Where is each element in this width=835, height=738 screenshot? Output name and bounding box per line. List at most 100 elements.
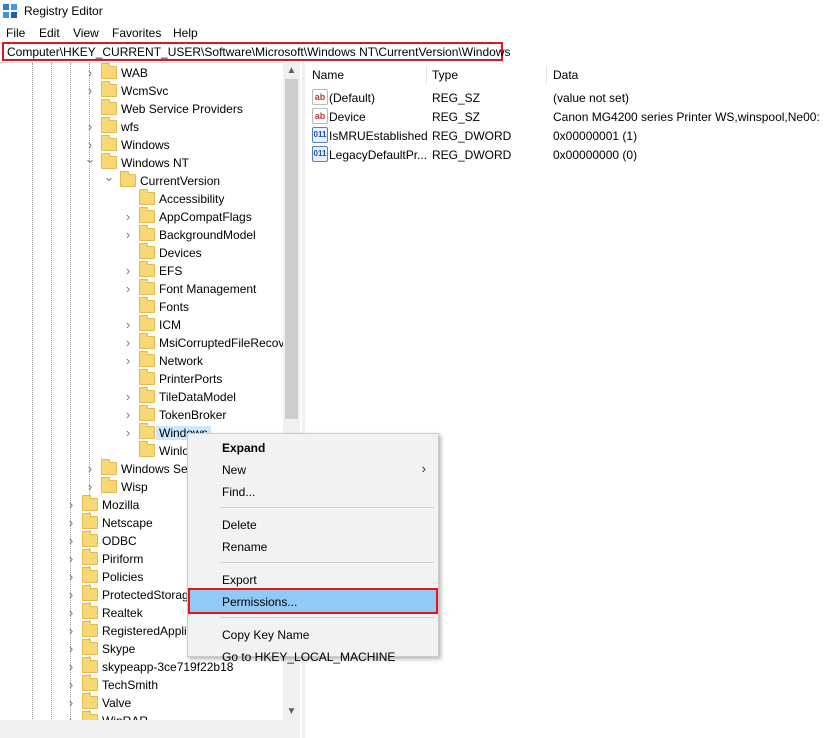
title-bar: Registry Editor	[0, 0, 835, 22]
chevron-right-icon[interactable]: ›	[65, 516, 77, 530]
value-row[interactable]: ab Device REG_SZ Canon MG4200 series Printe…	[306, 107, 835, 126]
column-divider[interactable]	[426, 66, 427, 84]
chevron-right-icon[interactable]: ›	[65, 534, 77, 548]
chevron-right-icon[interactable]: ›	[65, 552, 77, 566]
menu-item-new[interactable]: New ›	[190, 458, 436, 480]
chevron-right-icon[interactable]: ›	[84, 66, 96, 80]
context-menu: Expand New › Find... Delete Rename Export Permi…	[187, 433, 439, 664]
menu-item-label: Copy Key Name	[222, 628, 310, 642]
tree-node[interactable]: › wfs	[0, 117, 283, 136]
chevron-right-icon[interactable]: ›	[122, 264, 134, 278]
chevron-right-icon[interactable]: ›	[122, 228, 134, 242]
tree-node[interactable]: › AppCompatFlags	[0, 207, 283, 226]
chevron-down-icon[interactable]: ⌄	[84, 152, 96, 166]
folder-icon	[139, 423, 155, 439]
column-header-name[interactable]: Name	[312, 68, 344, 82]
chevron-right-icon[interactable]: ›	[65, 498, 77, 512]
tree-node[interactable]: › MsiCorruptedFileRecov	[0, 333, 284, 352]
scroll-down-icon[interactable]: ▼	[283, 703, 300, 720]
chevron-right-icon[interactable]: ›	[122, 390, 134, 404]
menu-item-delete[interactable]: Delete	[190, 513, 436, 535]
chevron-right-icon[interactable]: ›	[65, 588, 77, 602]
chevron-right-icon[interactable]: ›	[65, 696, 77, 710]
menu-item-expand[interactable]: Expand	[190, 436, 436, 458]
tree-node[interactable]: › ICM	[0, 315, 283, 334]
folder-icon	[139, 225, 155, 241]
folder-icon	[82, 495, 98, 511]
chevron-right-icon[interactable]: ›	[122, 354, 134, 368]
chevron-right-icon[interactable]: ›	[65, 624, 77, 638]
column-header-data[interactable]: Data	[553, 68, 578, 82]
value-type: REG_DWORD	[432, 148, 512, 162]
column-divider[interactable]	[546, 66, 547, 84]
value-row[interactable]: ab (Default) REG_SZ (value not set)	[306, 88, 835, 107]
menu-item-rename[interactable]: Rename	[190, 535, 436, 557]
tree-node-label: Fonts	[159, 300, 190, 314]
chevron-right-icon[interactable]: ›	[84, 138, 96, 152]
chevron-right-icon[interactable]: ›	[65, 642, 77, 656]
chevron-right-icon[interactable]: ›	[84, 462, 96, 476]
menu-file[interactable]: File	[6, 26, 25, 40]
tree-node-label: Winlo	[159, 444, 190, 458]
tree-node[interactable]: Web Service Providers	[0, 99, 283, 118]
scroll-thumb[interactable]	[285, 79, 298, 419]
menu-item-label: Permissions...	[222, 595, 298, 609]
menu-edit[interactable]: Edit	[39, 26, 60, 40]
tree-node[interactable]: › WAB	[0, 63, 283, 82]
tree-node[interactable]: ›WinRAR	[0, 711, 283, 720]
menu-help[interactable]: Help	[173, 26, 198, 40]
value-row[interactable]: 011 IsMRUEstablished REG_DWORD 0x00000001 (…	[306, 126, 835, 145]
menu-favorites[interactable]: Favorites	[112, 26, 161, 40]
menu-view[interactable]: View	[73, 26, 99, 40]
tree-node[interactable]: › Network	[0, 351, 283, 370]
tree-horizontal-scrollbar[interactable]	[0, 720, 300, 738]
tree-node[interactable]: › TechSmith	[0, 675, 283, 694]
tree-node[interactable]: › BackgroundModel	[0, 225, 283, 244]
chevron-right-icon[interactable]: ›	[122, 318, 134, 332]
tree-node-label: WcmSvc	[121, 84, 169, 98]
menu-item-find[interactable]: Find...	[190, 480, 436, 502]
menu-item-go-to-hkey-local-machine[interactable]: Go to HKEY_LOCAL_MACHINE	[190, 645, 436, 667]
value-row[interactable]: 011 LegacyDefaultPr... REG_DWORD 0x00000000…	[306, 145, 835, 164]
chevron-right-icon[interactable]: ›	[65, 660, 77, 674]
chevron-right-icon[interactable]: ›	[122, 426, 134, 440]
chevron-down-icon[interactable]: ⌄	[103, 170, 115, 184]
tree-node-label: Devices	[159, 246, 202, 260]
tree-node[interactable]: › TileDataModel	[0, 387, 283, 406]
tree-node[interactable]: Devices	[0, 243, 283, 262]
menu-item-permissions[interactable]: Permissions...	[188, 588, 438, 614]
tree-node[interactable]: PrinterPorts	[0, 369, 283, 388]
address-bar[interactable]: Computer\HKEY_CURRENT_USER\Software\Micr…	[2, 42, 510, 61]
menu-item-copy-key-name[interactable]: Copy Key Name	[190, 623, 436, 645]
column-header-type[interactable]: Type	[432, 68, 458, 82]
chevron-right-icon[interactable]: ›	[122, 282, 134, 296]
folder-icon	[82, 657, 98, 673]
tree-node[interactable]: ⌄ Windows NT	[0, 152, 283, 172]
chevron-right-icon[interactable]: ›	[65, 678, 77, 692]
chevron-right-icon[interactable]: ›	[84, 480, 96, 494]
chevron-right-icon[interactable]: ›	[122, 210, 134, 224]
folder-icon	[139, 441, 155, 457]
tree-node[interactable]: › WcmSvc	[0, 81, 283, 100]
chevron-right-icon[interactable]: ›	[122, 336, 134, 350]
tree-node[interactable]: ⌄ CurrentVersion	[0, 170, 283, 190]
folder-icon	[82, 603, 98, 619]
tree-node[interactable]: › TokenBroker	[0, 405, 283, 424]
menu-separator	[220, 507, 434, 508]
chevron-right-icon[interactable]: ›	[122, 408, 134, 422]
chevron-right-icon[interactable]: ›	[65, 570, 77, 584]
tree-node[interactable]: Accessibility	[0, 189, 283, 208]
tree-node-label: Windows Se	[121, 462, 188, 476]
chevron-right-icon[interactable]: ›	[65, 606, 77, 620]
scroll-up-icon[interactable]: ▲	[283, 62, 300, 79]
menu-item-export[interactable]: Export	[190, 568, 436, 590]
chevron-right-icon[interactable]: ›	[84, 120, 96, 134]
folder-icon	[139, 405, 155, 421]
dword-value-icon: 011	[312, 127, 328, 143]
tree-node[interactable]: › Windows	[0, 135, 283, 154]
tree-node[interactable]: › Valve	[0, 693, 283, 712]
chevron-right-icon[interactable]: ›	[84, 84, 96, 98]
tree-node[interactable]: Fonts	[0, 297, 283, 316]
tree-node[interactable]: › EFS	[0, 261, 283, 280]
tree-node[interactable]: › Font Management	[0, 279, 283, 298]
